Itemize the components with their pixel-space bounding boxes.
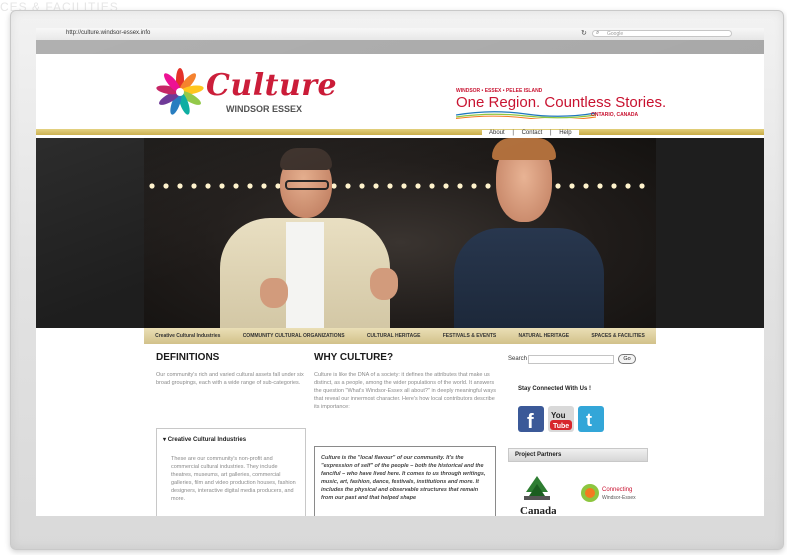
nav-festivals-events[interactable]: FESTIVALS & EVENTS	[441, 333, 499, 339]
person-left-shirt	[286, 222, 324, 328]
youtube-icon[interactable]: You Tube	[548, 406, 574, 432]
svg-text:You: You	[551, 411, 566, 420]
why-culture-column: WHY CULTURE? Culture is like the DNA of …	[314, 352, 496, 516]
definitions-column: DEFINITIONS Our community's rich and var…	[156, 352, 306, 516]
partner-logo-canada[interactable]: Canada	[518, 470, 556, 516]
person-left-hair	[280, 148, 332, 170]
logo-wordmark[interactable]: Culture	[206, 68, 337, 103]
definitions-intro: Our community's rich and varied cultural…	[156, 372, 304, 386]
svg-text:Canada: Canada	[520, 505, 556, 516]
person-left-hand	[260, 278, 288, 308]
browser-search-placeholder: Google	[607, 31, 624, 37]
stage-lights-decoration	[149, 183, 645, 189]
triangle-down-icon: ▾	[163, 437, 167, 443]
partner-logo-connecting[interactable]: Connecting Windsor-Essex	[580, 480, 636, 506]
person-right-hair	[492, 138, 556, 160]
glasses-icon	[285, 180, 329, 190]
utility-links: About | Contact | Help	[482, 130, 579, 136]
hero-photo	[144, 138, 656, 328]
web-page: Culture WINDSOR ESSEX WINDSOR • ESSEX • …	[36, 54, 764, 516]
page-content: DEFINITIONS Our community's rich and var…	[144, 344, 656, 516]
person-right-sweater	[454, 228, 604, 328]
nav-natural-heritage[interactable]: NATURAL HERITAGE	[516, 333, 571, 339]
region-waves-decoration	[456, 111, 596, 119]
stay-connected-heading: Stay Connected With Us !	[518, 386, 591, 392]
region-subtitle: ONTARIO, CANADA	[591, 112, 639, 118]
why-culture-title: WHY CULTURE?	[314, 352, 394, 363]
hero-banner	[36, 138, 764, 328]
header-gold-bar	[36, 129, 764, 135]
definition-title[interactable]: ▾ Creative Cultural Industries	[163, 436, 246, 443]
about-link[interactable]: About	[489, 130, 505, 136]
search-input[interactable]	[528, 355, 614, 364]
why-culture-quote: Culture is the "local flavour" of our co…	[314, 446, 496, 516]
nav-spaces-facilities[interactable]: SPACES & FACILITIES	[589, 333, 647, 339]
svg-text:Windsor-Essex: Windsor-Essex	[602, 495, 636, 501]
search-icon: ⌕	[596, 30, 600, 36]
svg-text:Connecting: Connecting	[602, 487, 632, 493]
svg-text:Tube: Tube	[553, 423, 569, 430]
svg-text:f: f	[527, 411, 534, 432]
definition-title-text: Creative Cultural Industries	[167, 437, 247, 443]
go-button[interactable]: Go	[618, 354, 636, 364]
logo-subtitle: WINDSOR ESSEX	[226, 104, 303, 114]
twitter-icon[interactable]: t	[578, 406, 604, 432]
nav-community-cultural-organizations[interactable]: COMMUNITY CULTURAL ORGANIZATIONS	[241, 333, 347, 339]
reload-icon[interactable]: ↻	[581, 29, 587, 37]
definitions-title: DEFINITIONS	[156, 352, 220, 363]
monitor-screen: http://culture.windsor-essex.info ↻ ⌕ Go…	[36, 28, 764, 516]
url-text[interactable]: http://culture.windsor-essex.info	[66, 30, 150, 36]
browser-tab-strip	[36, 40, 764, 54]
person-left-hand	[370, 268, 398, 300]
help-link[interactable]: Help	[559, 130, 571, 136]
definition-accordion[interactable]: ▾ Creative Cultural Industries These are…	[156, 428, 306, 516]
svg-text:t: t	[586, 410, 592, 430]
facebook-icon[interactable]: f	[518, 406, 544, 432]
culture-logo-icon	[156, 68, 204, 115]
utility-separator: |	[512, 130, 514, 136]
utility-separator: |	[549, 130, 552, 136]
browser-search-input[interactable]: ⌕ Google	[592, 30, 732, 37]
search-label: Search	[508, 356, 528, 362]
contact-link[interactable]: Contact	[522, 130, 543, 136]
nav-cultural-heritage[interactable]: CULTURAL HERITAGE	[365, 333, 423, 339]
why-culture-body: Culture is like the DNA of a society: it…	[314, 372, 496, 410]
nav-creative-cultural-industries[interactable]: Creative Cultural Industries	[153, 333, 222, 339]
project-partners-heading: Project Partners	[508, 448, 648, 462]
main-navigation: Creative Cultural Industries COMMUNITY C…	[144, 328, 656, 344]
definition-description: These are our community's non-profit and…	[171, 456, 296, 502]
